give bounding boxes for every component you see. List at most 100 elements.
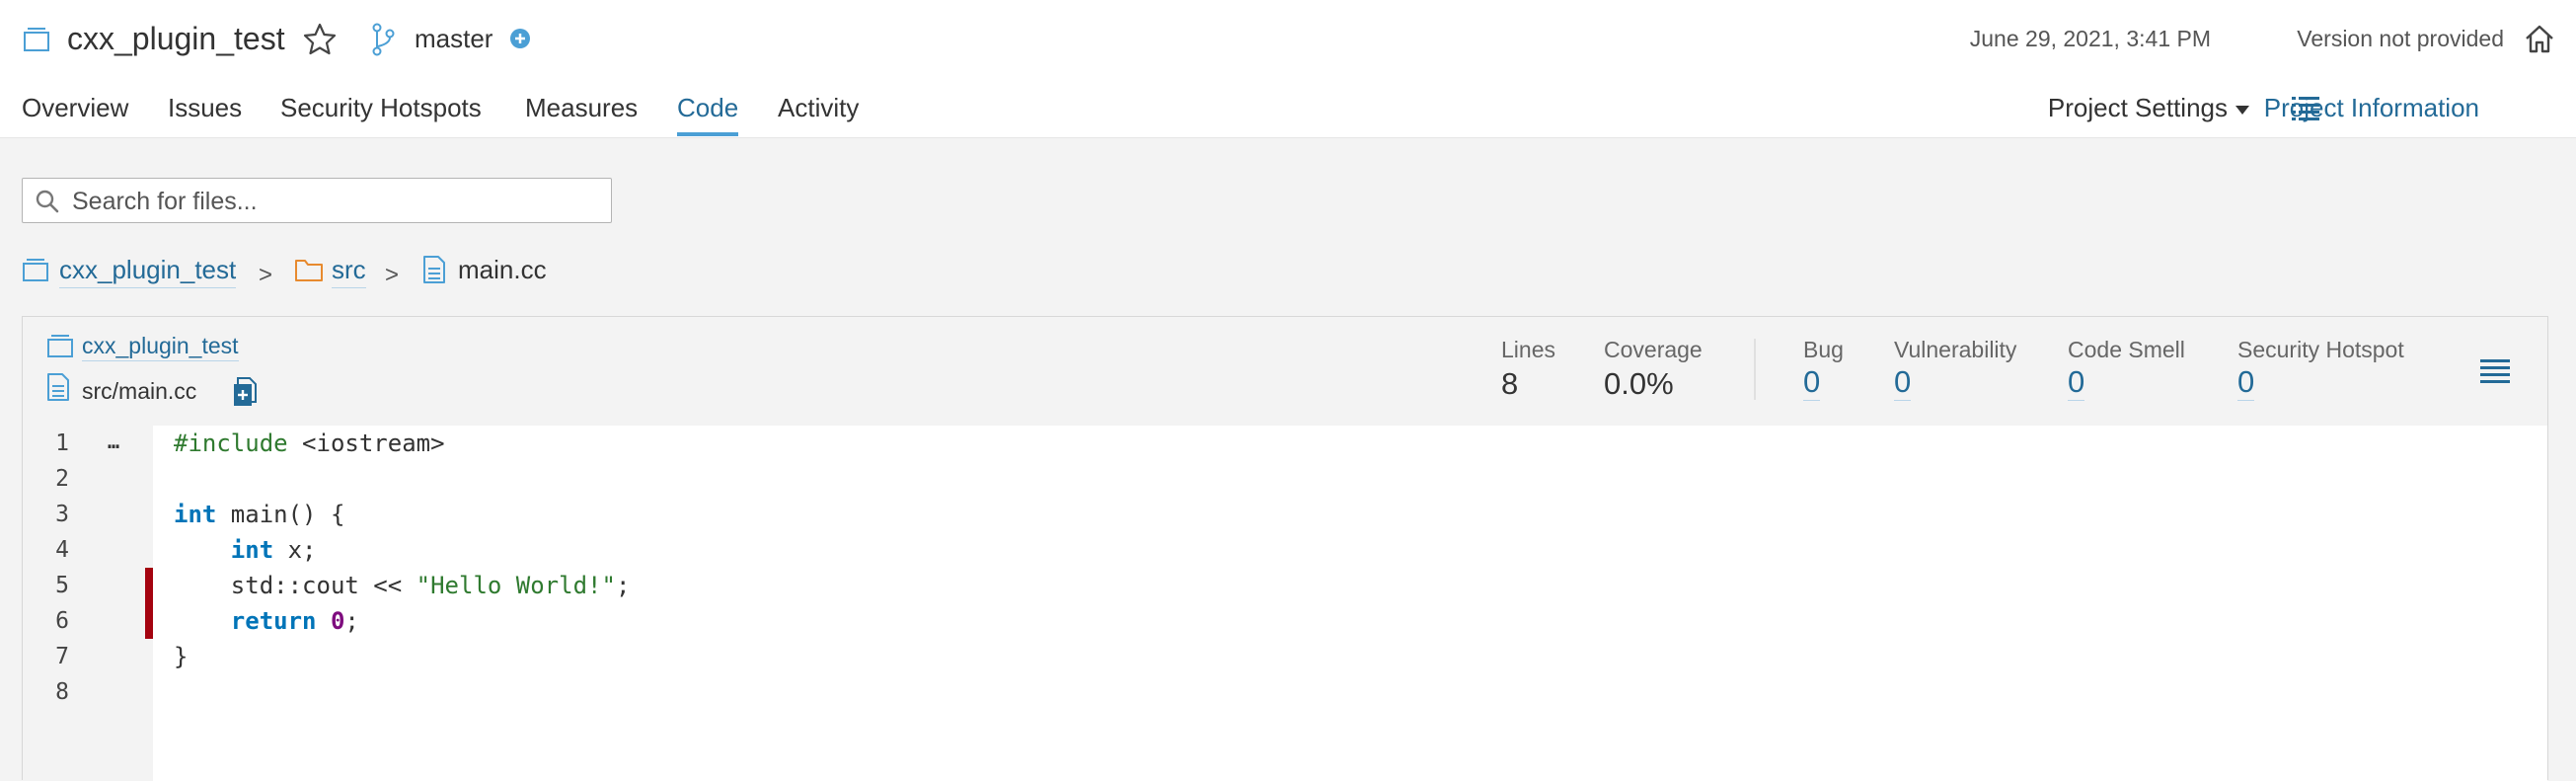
breadcrumb-separator: > [259, 262, 273, 288]
source-line: 5 std::cout << "Hello World!"; [23, 568, 2547, 603]
measure-lines: Lines 8 [1501, 335, 1555, 404]
home-icon[interactable] [2523, 22, 2556, 55]
line-code: #include <iostream> [174, 426, 445, 461]
token-keyword: int [174, 501, 217, 528]
measure-vulnerability: Vulnerability 0 [1894, 335, 2016, 401]
project-information-link[interactable]: Project Information [2264, 89, 2479, 126]
project-icon [23, 259, 48, 281]
file-icon [423, 256, 445, 283]
measure-label: Code Smell [2068, 337, 2185, 362]
project-icon [24, 28, 49, 51]
token-text: ; [615, 572, 631, 599]
measure-value-link[interactable]: 0 [2068, 364, 2085, 401]
measure-label: Vulnerability [1894, 337, 2017, 362]
add-branch-icon[interactable] [509, 28, 531, 49]
tab-measures[interactable]: Measures [525, 89, 638, 126]
line-number[interactable]: 2 [42, 461, 82, 497]
source-line: 2 [23, 461, 2547, 497]
tab-overview[interactable]: Overview [22, 89, 128, 126]
breadcrumb-file: main.cc [458, 255, 547, 284]
copy-path-icon[interactable] [232, 376, 258, 408]
source-line: 7 } [23, 639, 2547, 674]
token-preprocessor: #include [174, 430, 288, 457]
tab-code[interactable]: Code [677, 89, 739, 136]
hamburger-menu-icon[interactable] [2480, 358, 2510, 384]
measures-divider [1754, 339, 1756, 400]
tab-activity[interactable]: Activity [778, 89, 859, 126]
measure-value: 0.0% [1604, 366, 1674, 401]
token-text: main() { [216, 501, 345, 528]
token-keyword: int [230, 536, 274, 564]
token-text: std::cout << [174, 572, 417, 599]
source-project-link[interactable]: cxx_plugin_test [82, 331, 239, 361]
folder-icon [295, 260, 323, 281]
measure-value-link[interactable]: 0 [1894, 364, 1912, 401]
measure-security-hotspot: Security Hotspot 0 [2237, 335, 2404, 401]
line-number[interactable]: 1 [42, 426, 82, 461]
token-text: ; [344, 607, 359, 635]
tab-security-hotspots[interactable]: Security Hotspots [280, 89, 482, 126]
project-icon [47, 335, 73, 357]
breadcrumb-folder[interactable]: src [332, 252, 366, 288]
source-line: 4 int x; [23, 532, 2547, 568]
token-number: 0 [330, 607, 345, 635]
project-header: cxx_plugin_test master June 29, 2021, 3:… [0, 0, 2576, 79]
source-line: 3 int main() { [23, 497, 2547, 532]
source-line: 8 [23, 674, 2547, 710]
version-label: Version not provided [2297, 26, 2504, 51]
analysis-date: June 29, 2021, 3:41 PM [1969, 26, 2211, 51]
measure-bug: Bug 0 [1803, 335, 1844, 401]
token-keyword: return [230, 607, 317, 635]
project-name[interactable]: cxx_plugin_test [67, 18, 285, 59]
source-line: 1 … #include <iostream> [23, 426, 2547, 461]
line-number[interactable]: 4 [42, 532, 82, 568]
token-text: x; [273, 536, 317, 564]
caret-down-icon [2235, 105, 2249, 115]
token-text: } [174, 643, 189, 670]
line-number[interactable]: 5 [42, 568, 82, 603]
source-file-path: src/main.cc [82, 378, 197, 404]
line-number[interactable]: 3 [42, 497, 82, 532]
search-icon [36, 190, 59, 213]
search-box[interactable] [22, 178, 612, 224]
measure-label: Coverage [1604, 337, 1703, 362]
measure-value-link[interactable]: 0 [2237, 364, 2255, 401]
line-number[interactable]: 7 [42, 639, 82, 674]
line-code: return 0; [174, 603, 359, 639]
source-viewer: cxx_plugin_test src/main.cc Lines 8 Cove… [22, 316, 2548, 781]
search-input[interactable] [70, 179, 607, 224]
line-code: int main() { [174, 497, 344, 532]
branch-icon [372, 23, 395, 56]
source-viewer-header: cxx_plugin_test src/main.cc Lines 8 Cove… [23, 317, 2547, 427]
uncovered-line-marker[interactable] [145, 603, 153, 639]
source-line: 6 return 0; [23, 603, 2547, 639]
token-text: <iostream> [287, 430, 445, 457]
line-number[interactable]: 6 [42, 603, 82, 639]
token-string: "Hello World!" [416, 572, 616, 599]
line-code: int x; [174, 532, 317, 568]
more-options-icon[interactable]: … [108, 426, 119, 457]
measure-coverage: Coverage 0.0% [1604, 335, 1703, 404]
star-icon[interactable] [302, 22, 338, 57]
tab-issues[interactable]: Issues [168, 89, 242, 126]
uncovered-line-marker[interactable] [145, 568, 153, 603]
measure-label: Lines [1501, 337, 1555, 362]
project-settings-menu[interactable]: Project Settings [2048, 89, 2249, 126]
top-bar: cxx_plugin_test master June 29, 2021, 3:… [0, 0, 2576, 138]
breadcrumb-project[interactable]: cxx_plugin_test [59, 252, 237, 288]
line-code: std::cout << "Hello World!"; [174, 568, 631, 603]
line-number[interactable]: 8 [42, 674, 82, 710]
line-code: } [174, 639, 188, 674]
file-icon [47, 373, 69, 401]
project-settings-label: Project Settings [2047, 93, 2228, 122]
branch-name[interactable]: master [415, 22, 492, 55]
breadcrumb-separator: > [385, 262, 400, 288]
measure-value-link[interactable]: 0 [1803, 364, 1821, 401]
measure-code-smell: Code Smell 0 [2068, 335, 2185, 401]
measure-label: Security Hotspot [2237, 337, 2404, 362]
measure-label: Bug [1803, 337, 1844, 362]
measure-value: 8 [1501, 366, 1519, 401]
